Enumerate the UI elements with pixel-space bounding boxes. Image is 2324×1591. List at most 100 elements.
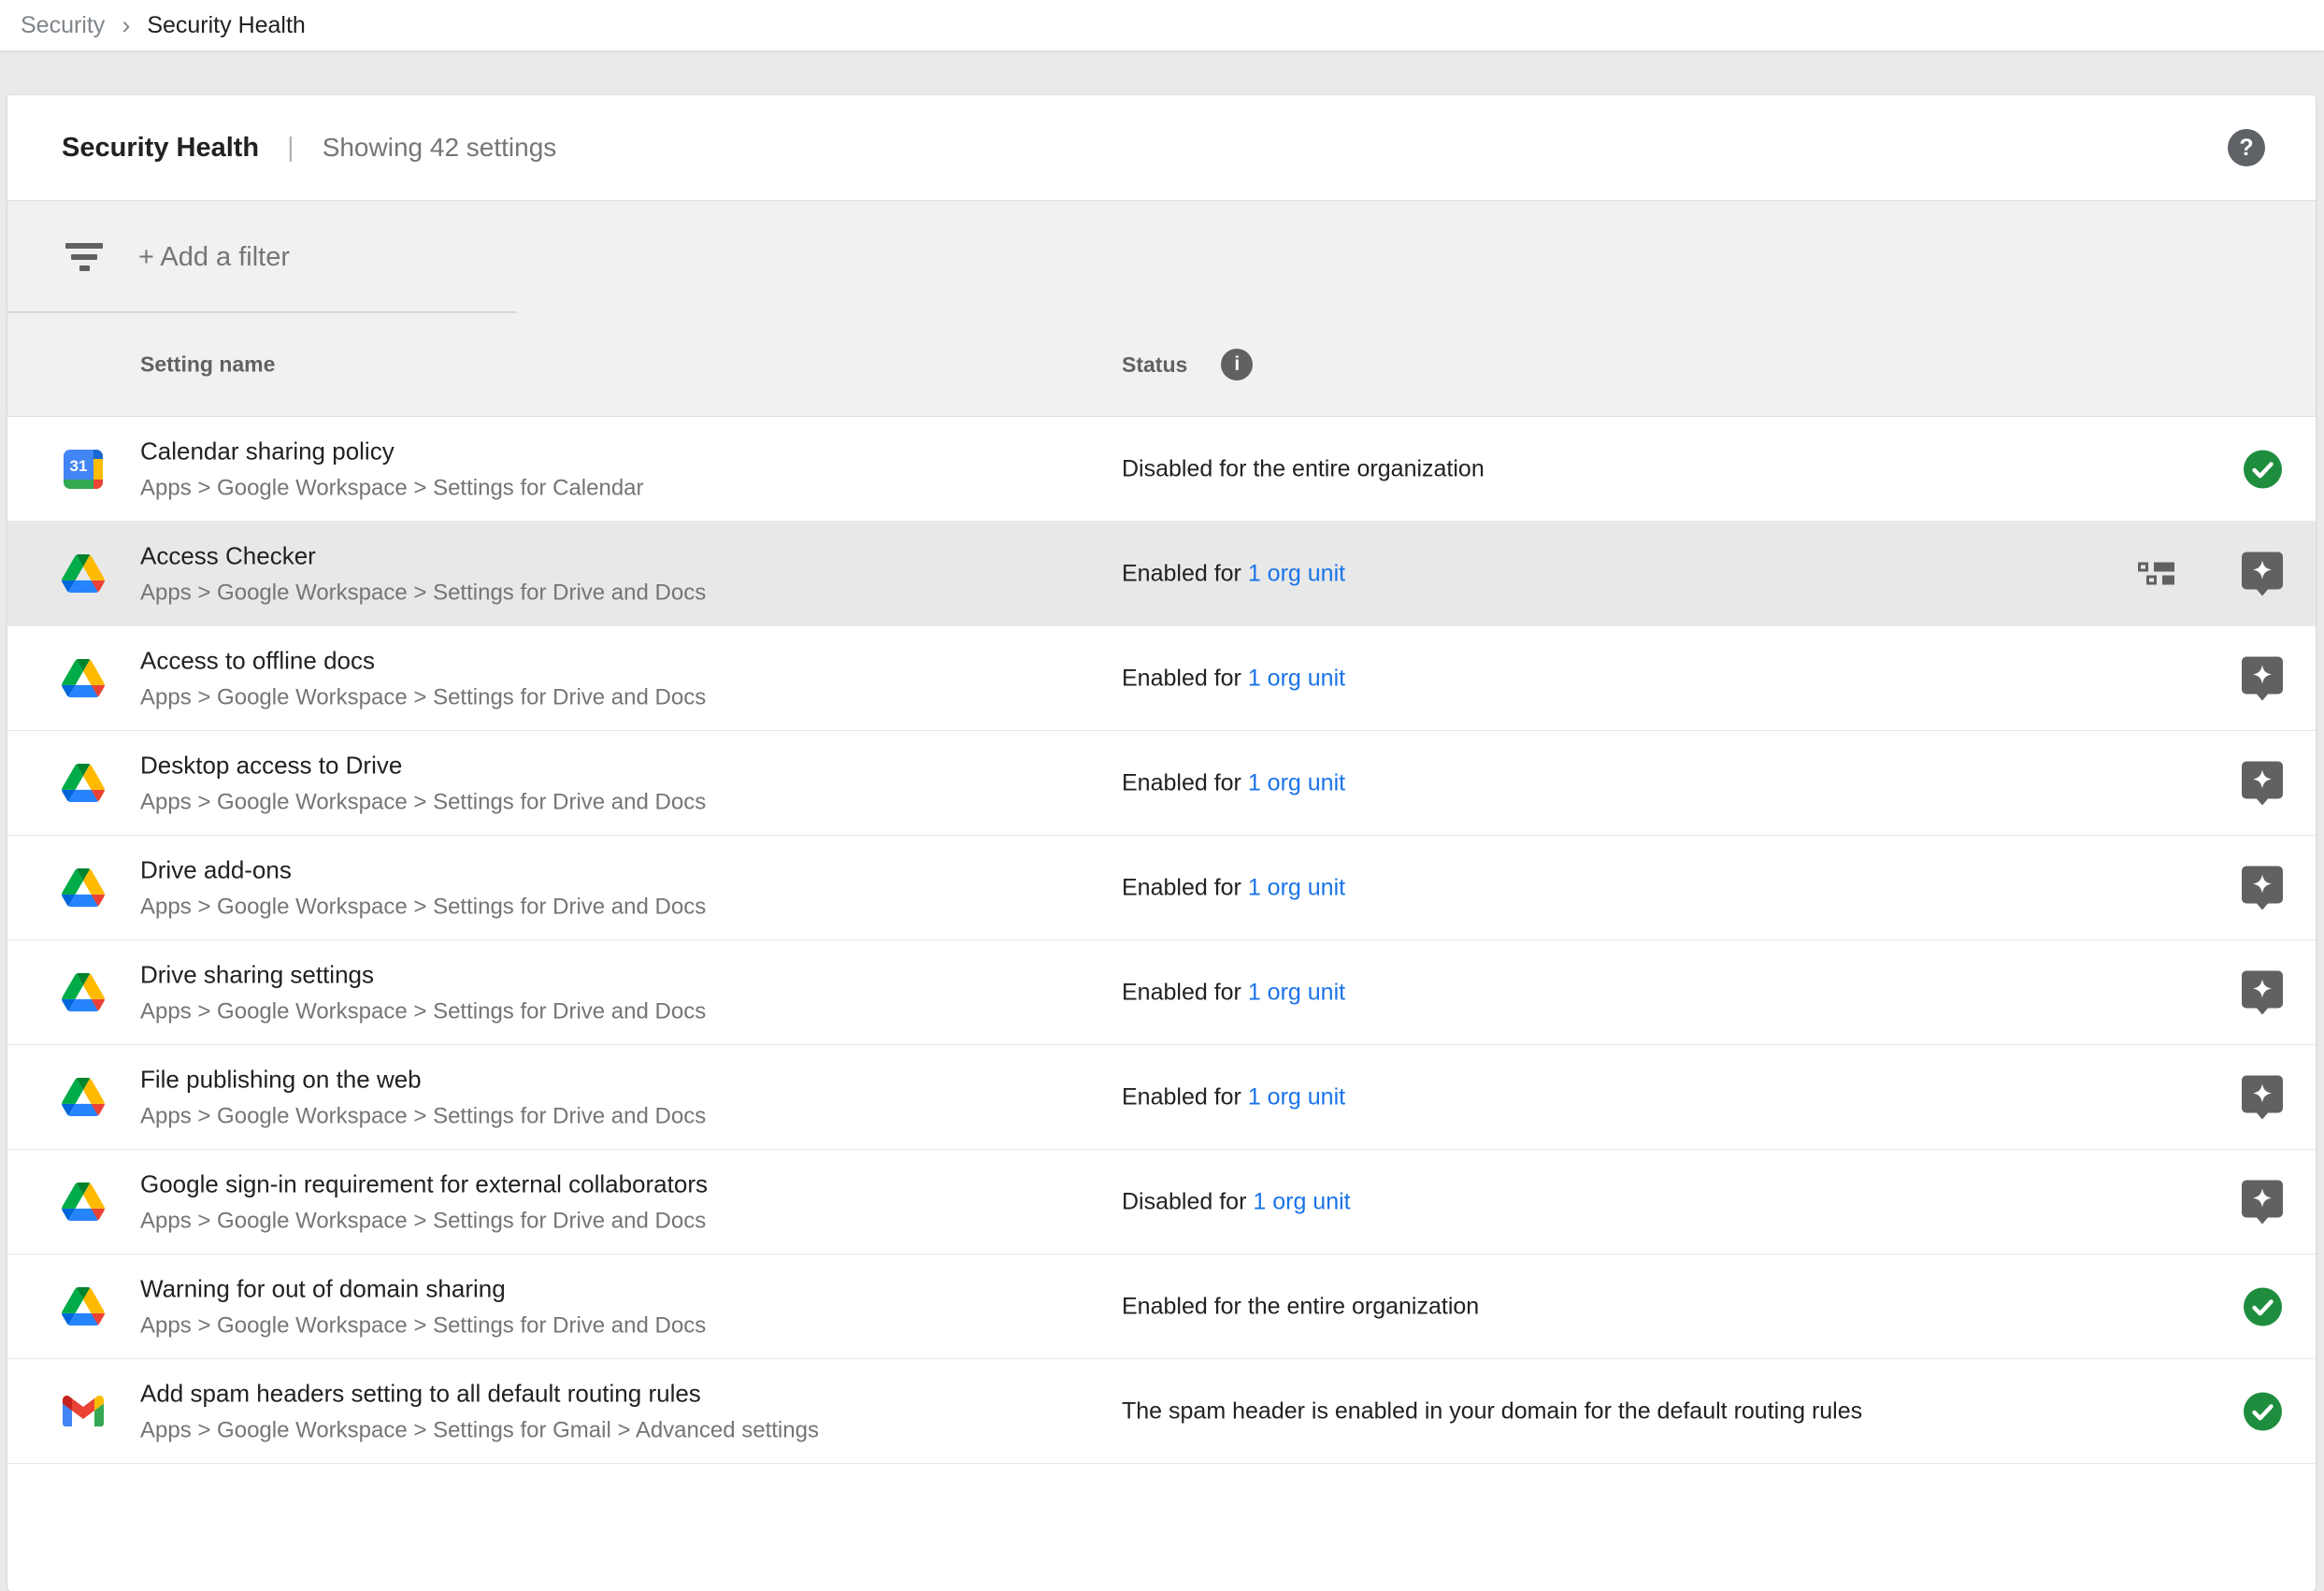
status-text: Enabled for [1122, 979, 1248, 1005]
breadcrumb-chevron-icon: › [122, 11, 130, 40]
gmail-icon [62, 1390, 105, 1433]
setting-path: Apps > Google Workspace > Settings for C… [140, 475, 644, 501]
org-unit-link[interactable]: 1 org unit [1253, 1188, 1350, 1214]
google-drive-icon [62, 762, 105, 805]
setting-title: Google sign-in requirement for external … [140, 1169, 708, 1198]
status-text: Enabled for [1122, 665, 1248, 691]
org-unit-structure-icon [2138, 563, 2174, 585]
setting-path: Apps > Google Workspace > Settings for D… [140, 580, 706, 606]
setting-path: Apps > Google Workspace > Settings for D… [140, 1208, 708, 1234]
recommendation-badge-icon[interactable] [2242, 656, 2283, 700]
filter-and-header-zone: + Add a filter Setting name Status i [7, 201, 2316, 417]
status-text: Enabled for [1122, 769, 1248, 796]
status-column-label: Status [1122, 352, 1187, 378]
setting-text-block: Add spam headers setting to all default … [140, 1379, 819, 1443]
filter-bar: + Add a filter [7, 201, 2316, 313]
setting-text-block: Calendar sharing policy Apps > Google Wo… [140, 437, 644, 501]
status-column-header: Status i [1122, 349, 1253, 380]
row-trailing-icons [2242, 1180, 2283, 1224]
status-cell: The spam header is enabled in your domai… [1122, 1398, 1862, 1425]
help-button[interactable]: ? [2228, 129, 2265, 166]
table-row[interactable]: Add spam headers setting to all default … [7, 1359, 2316, 1464]
add-filter-button[interactable]: + Add a filter [138, 242, 290, 273]
table-row[interactable]: 31 Calendar sharing policy Apps > Google… [7, 417, 2316, 522]
status-cell: Enabled for 1 org unit [1122, 874, 1345, 901]
status-text: The spam header is enabled in your domai… [1122, 1398, 1862, 1424]
table-row[interactable]: Google sign-in requirement for external … [7, 1150, 2316, 1254]
breadcrumb-current: Security Health [147, 12, 306, 39]
status-cell: Enabled for the entire organization [1122, 1293, 1479, 1320]
card-header: Security Health | Showing 42 settings ? [7, 95, 2316, 201]
row-trailing-icons [2243, 449, 2283, 489]
security-health-card: Security Health | Showing 42 settings ? … [7, 95, 2316, 1591]
setting-path: Apps > Google Workspace > Settings for D… [140, 1312, 706, 1339]
setting-path: Apps > Google Workspace > Settings for D… [140, 1103, 706, 1129]
recommendation-badge-icon[interactable] [2242, 970, 2283, 1014]
setting-path: Apps > Google Workspace > Settings for D… [140, 894, 706, 920]
row-trailing-icons [2243, 1286, 2283, 1326]
status-text: Enabled for the entire organization [1122, 1293, 1479, 1319]
table-row[interactable]: Warning for out of domain sharing Apps >… [7, 1254, 2316, 1359]
setting-text-block: Drive add-ons Apps > Google Workspace > … [140, 855, 706, 920]
setting-title: File publishing on the web [140, 1065, 706, 1094]
google-calendar-icon: 31 [62, 448, 105, 491]
table-row[interactable]: Access Checker Apps > Google Workspace >… [7, 522, 2316, 626]
status-ok-icon [2243, 1391, 2283, 1431]
setting-text-block: Access to offline docs Apps > Google Wor… [140, 646, 706, 710]
status-info-icon[interactable]: i [1221, 349, 1253, 380]
status-ok-icon [2243, 1286, 2283, 1326]
recommendation-badge-icon[interactable] [2242, 1075, 2283, 1119]
row-trailing-icons [2242, 1075, 2283, 1119]
setting-text-block: Google sign-in requirement for external … [140, 1169, 708, 1234]
page-title: Security Health [62, 133, 259, 164]
setting-path: Apps > Google Workspace > Settings for G… [140, 1417, 819, 1443]
setting-title: Calendar sharing policy [140, 437, 644, 466]
status-text: Enabled for [1122, 1083, 1248, 1110]
setting-title: Desktop access to Drive [140, 751, 706, 780]
title-separator: | [287, 133, 294, 164]
org-unit-link[interactable]: 1 org unit [1248, 874, 1345, 900]
settings-table-body: 31 Calendar sharing policy Apps > Google… [7, 417, 2316, 1464]
google-drive-icon [62, 552, 105, 595]
org-unit-link[interactable]: 1 org unit [1248, 769, 1345, 796]
setting-text-block: Warning for out of domain sharing Apps >… [140, 1274, 706, 1339]
google-drive-icon [62, 1076, 105, 1119]
status-cell: Enabled for 1 org unit [1122, 665, 1345, 692]
google-drive-icon [62, 1285, 105, 1328]
recommendation-badge-icon[interactable] [2242, 866, 2283, 910]
row-trailing-icons [2242, 970, 2283, 1014]
row-trailing-icons [2243, 1391, 2283, 1431]
google-drive-icon [62, 657, 105, 700]
table-row[interactable]: Drive sharing settings Apps > Google Wor… [7, 940, 2316, 1045]
setting-path: Apps > Google Workspace > Settings for D… [140, 998, 706, 1025]
setting-text-block: Access Checker Apps > Google Workspace >… [140, 541, 706, 606]
status-text: Disabled for the entire organization [1122, 455, 1485, 481]
recommendation-badge-icon[interactable] [2242, 761, 2283, 805]
google-drive-icon [62, 867, 105, 910]
recommendation-badge-icon[interactable] [2242, 552, 2283, 595]
status-text: Enabled for [1122, 874, 1248, 900]
google-drive-icon [62, 971, 105, 1014]
row-trailing-icons [2242, 761, 2283, 805]
setting-name-column-header: Setting name [140, 352, 275, 378]
table-row[interactable]: Drive add-ons Apps > Google Workspace > … [7, 836, 2316, 940]
setting-title: Drive sharing settings [140, 960, 706, 989]
table-row[interactable]: Access to offline docs Apps > Google Wor… [7, 626, 2316, 731]
status-text: Enabled for [1122, 560, 1248, 586]
org-unit-link[interactable]: 1 org unit [1248, 665, 1345, 691]
setting-text-block: Drive sharing settings Apps > Google Wor… [140, 960, 706, 1025]
table-row[interactable]: Desktop access to Drive Apps > Google Wo… [7, 731, 2316, 836]
table-row[interactable]: File publishing on the web Apps > Google… [7, 1045, 2316, 1150]
status-cell: Enabled for 1 org unit [1122, 560, 1345, 587]
org-unit-link[interactable]: 1 org unit [1248, 560, 1345, 586]
recommendation-badge-icon[interactable] [2242, 1180, 2283, 1224]
org-unit-link[interactable]: 1 org unit [1248, 1083, 1345, 1110]
setting-title: Drive add-ons [140, 855, 706, 884]
breadcrumb-parent-link[interactable]: Security [21, 12, 105, 39]
setting-title: Warning for out of domain sharing [140, 1274, 706, 1303]
setting-path: Apps > Google Workspace > Settings for D… [140, 789, 706, 815]
row-trailing-icons [2138, 552, 2283, 595]
org-unit-link[interactable]: 1 org unit [1248, 979, 1345, 1005]
status-cell: Enabled for 1 org unit [1122, 769, 1345, 796]
row-trailing-icons [2242, 866, 2283, 910]
